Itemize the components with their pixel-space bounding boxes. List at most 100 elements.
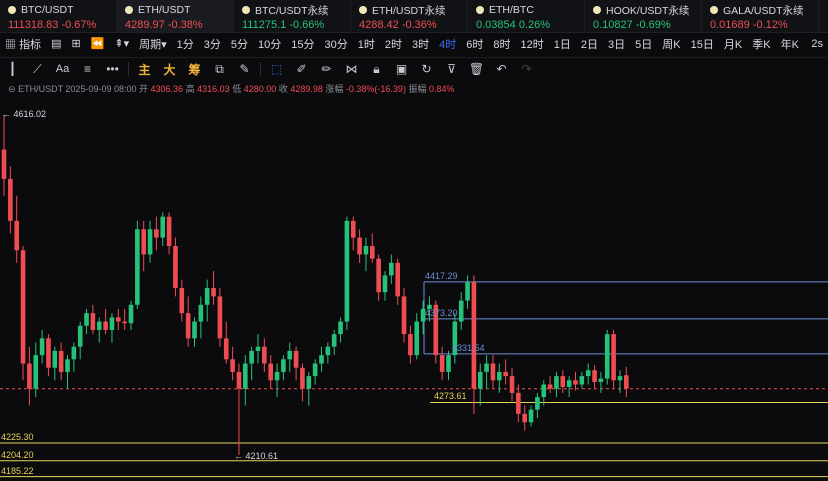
candle-body	[585, 370, 591, 377]
interval-1[interactable]: 3分	[199, 36, 226, 52]
close-label: 收	[278, 84, 288, 94]
interval-10[interactable]: 6时	[461, 36, 488, 52]
candle-body	[306, 376, 312, 389]
trash-icon[interactable]: 🗑︎	[464, 62, 489, 76]
low-label: 低	[232, 84, 242, 94]
tab-name: ETH/USDT	[138, 4, 191, 16]
indicator-button[interactable]: ▦ 指标	[0, 36, 46, 52]
line-tool-icon[interactable]: ⟋	[25, 62, 50, 77]
candle-body	[446, 355, 451, 372]
interval-19[interactable]: 月K	[719, 36, 747, 52]
candle-body	[465, 282, 470, 301]
main-force-button[interactable]: 主	[132, 61, 157, 78]
candle-body	[382, 275, 388, 293]
redo-icon[interactable]: ↷	[514, 62, 539, 76]
interval-7[interactable]: 2时	[380, 36, 407, 52]
tab-eth-usdt[interactable]: ETH/USDT 4289.97 -0.38%	[117, 0, 234, 32]
interval-13[interactable]: 1日	[549, 36, 576, 52]
big-order-button[interactable]: 大	[157, 61, 182, 78]
interval-6[interactable]: 1时	[353, 36, 380, 52]
candle-body	[522, 413, 527, 423]
crosshair-icon[interactable]: ┃	[0, 62, 25, 76]
candle-body	[535, 397, 540, 410]
undo-icon[interactable]: ↶	[489, 62, 514, 76]
brush-icon[interactable]: ✏	[314, 62, 339, 76]
candle-body	[477, 371, 483, 389]
interval-20[interactable]: 季K	[747, 36, 775, 52]
candle-body	[497, 371, 502, 381]
candle-body	[135, 229, 140, 305]
interval-4[interactable]: 15分	[286, 36, 319, 52]
candle-body	[122, 321, 127, 324]
candle-body	[338, 321, 343, 335]
interval-16[interactable]: 5日	[630, 36, 657, 52]
pattern-icon[interactable]: ⋈	[339, 62, 364, 76]
magnet-icon[interactable]: ↻	[414, 62, 439, 76]
text-tool-icon[interactable]: Aa	[50, 63, 75, 75]
pen-icon[interactable]: ✐	[289, 62, 314, 76]
candle-body	[617, 376, 623, 381]
candle-body	[204, 288, 210, 305]
tab-btc-usdt-[interactable]: BTC/USDT永续 111275.1 -0.66%	[234, 0, 351, 32]
tab-eth-usdt-[interactable]: ETH/USDT永续 4288.42 -0.36%	[351, 0, 468, 32]
candle-body	[249, 350, 254, 364]
chips-button[interactable]: 筹	[182, 61, 207, 78]
candle-body	[8, 178, 13, 221]
coin-icon	[476, 6, 484, 14]
interval-17[interactable]: 周K	[657, 36, 685, 52]
fib-icon[interactable]: ≡	[75, 62, 100, 76]
interval-11[interactable]: 8时	[488, 36, 515, 52]
compare-icon[interactable]: ⧉	[207, 62, 232, 77]
tab-price: 111275.1	[242, 19, 287, 31]
interval-15[interactable]: 3日	[603, 36, 630, 52]
tab-btc-usdt[interactable]: BTC/USDT 111318.83 -0.67%	[0, 0, 117, 32]
tab-price: 4288.42	[359, 19, 399, 31]
layout-icon[interactable]: ⊞	[66, 37, 85, 50]
level-label: 4273.61	[434, 391, 467, 402]
calendar-icon[interactable]: ▤	[46, 37, 66, 50]
interval-8[interactable]: 3时	[407, 36, 434, 52]
interval-18[interactable]: 15日	[686, 36, 719, 52]
coin-icon	[710, 6, 718, 14]
more-tools-icon[interactable]: •••	[100, 62, 125, 76]
interval-2[interactable]: 5分	[226, 36, 253, 52]
interval-0[interactable]: 1分	[172, 36, 199, 52]
tab-eth-btc[interactable]: ETH/BTC 0.03854 0.26%	[468, 0, 585, 32]
candlestick-chart[interactable]	[0, 95, 828, 481]
interval-5[interactable]: 30分	[320, 36, 353, 52]
candle-type-icon[interactable]: ⇞▾	[109, 37, 134, 50]
tab-change: -0.69%	[635, 19, 671, 31]
candle-body	[147, 229, 153, 255]
candle-body	[592, 370, 597, 382]
interval-21[interactable]: 年K	[776, 36, 804, 52]
image-icon[interactable]: ▣	[389, 62, 414, 76]
period-dropdown[interactable]: 周期▾	[134, 36, 172, 52]
rewind-icon[interactable]: ⏪	[86, 37, 110, 50]
candle-body	[58, 350, 64, 372]
candle-body	[96, 321, 102, 330]
candle-body	[357, 237, 362, 255]
interval-14[interactable]: 2日	[576, 36, 603, 52]
tab-gala-usdt-[interactable]: GALA/USDT永续 0.01689 -0.12%	[702, 0, 819, 32]
candle-body	[363, 246, 369, 255]
interval-3[interactable]: 10分	[253, 36, 286, 52]
candle-body	[528, 409, 534, 423]
tab-hook-usdt-[interactable]: HOOK/USDT永续 0.10827 -0.69%	[585, 0, 702, 32]
tab-change: -0.38%	[167, 19, 203, 31]
interval-12[interactable]: 12时	[516, 36, 549, 52]
interval-9[interactable]: 4时	[434, 36, 461, 52]
lock-icon[interactable]: 🔒︎	[364, 62, 389, 77]
tab-price: 111318.83	[8, 19, 59, 31]
candle-body	[179, 288, 185, 314]
candle-body	[503, 371, 508, 377]
collapse-icon[interactable]: ⊖	[8, 84, 16, 94]
candle-body	[46, 338, 51, 368]
tab-name: ETH/BTC	[489, 4, 534, 16]
tab-change: -0.67%	[61, 19, 97, 31]
candle-body	[560, 376, 566, 388]
candle-body	[389, 262, 394, 276]
filter-icon[interactable]: ⊽	[439, 62, 464, 76]
select-icon[interactable]: ⬚	[264, 62, 289, 76]
ruler-icon[interactable]: ✎	[232, 62, 257, 76]
candle-body	[109, 317, 115, 330]
